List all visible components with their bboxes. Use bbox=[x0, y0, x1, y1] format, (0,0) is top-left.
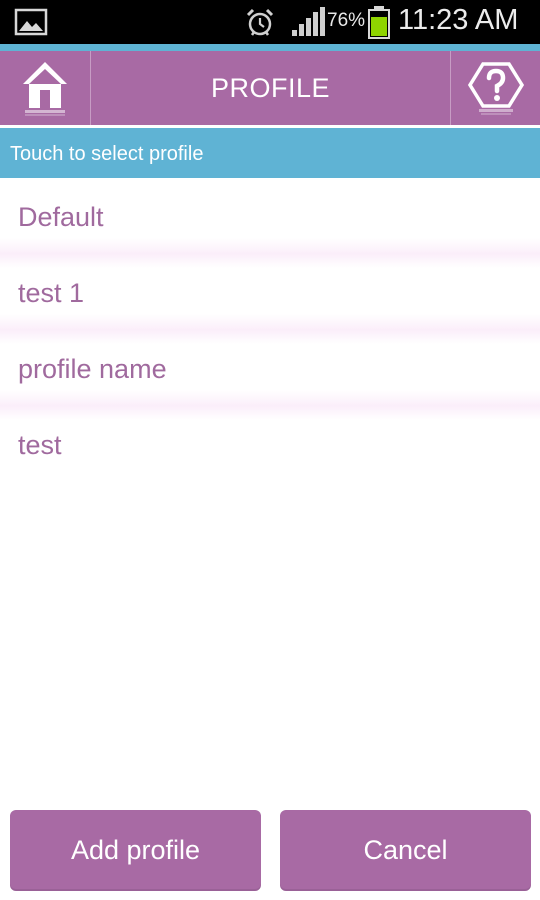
profile-list: Default test 1 profile name test bbox=[0, 178, 540, 482]
home-button[interactable] bbox=[0, 51, 91, 125]
cancel-button[interactable]: Cancel bbox=[280, 810, 531, 891]
profile-item-profile-name[interactable]: profile name bbox=[0, 330, 540, 406]
home-icon bbox=[23, 62, 67, 116]
status-time: 11:23 AM bbox=[398, 4, 519, 36]
battery-icon bbox=[368, 6, 390, 39]
profile-item-default[interactable]: Default bbox=[0, 178, 540, 254]
profile-screen: 76% 11:23 AM PROFILE Touch to select pro… bbox=[0, 0, 540, 900]
title-bar: PROFILE bbox=[0, 51, 540, 125]
battery-percent: 76% bbox=[327, 10, 366, 31]
profile-item-test-1[interactable]: test 1 bbox=[0, 254, 540, 330]
page-title: PROFILE bbox=[210, 72, 331, 103]
header-accent-line bbox=[0, 44, 540, 51]
instruction-banner: Touch to select profile bbox=[0, 128, 540, 178]
help-button[interactable] bbox=[450, 51, 540, 125]
gallery-icon bbox=[14, 8, 48, 36]
alarm-icon bbox=[246, 8, 274, 36]
status-bar: 76% 11:23 AM bbox=[0, 0, 540, 44]
help-icon bbox=[467, 62, 524, 115]
signal-icon bbox=[292, 7, 325, 36]
profile-item-test[interactable]: test bbox=[0, 406, 540, 482]
add-profile-button[interactable]: Add profile bbox=[10, 810, 261, 891]
